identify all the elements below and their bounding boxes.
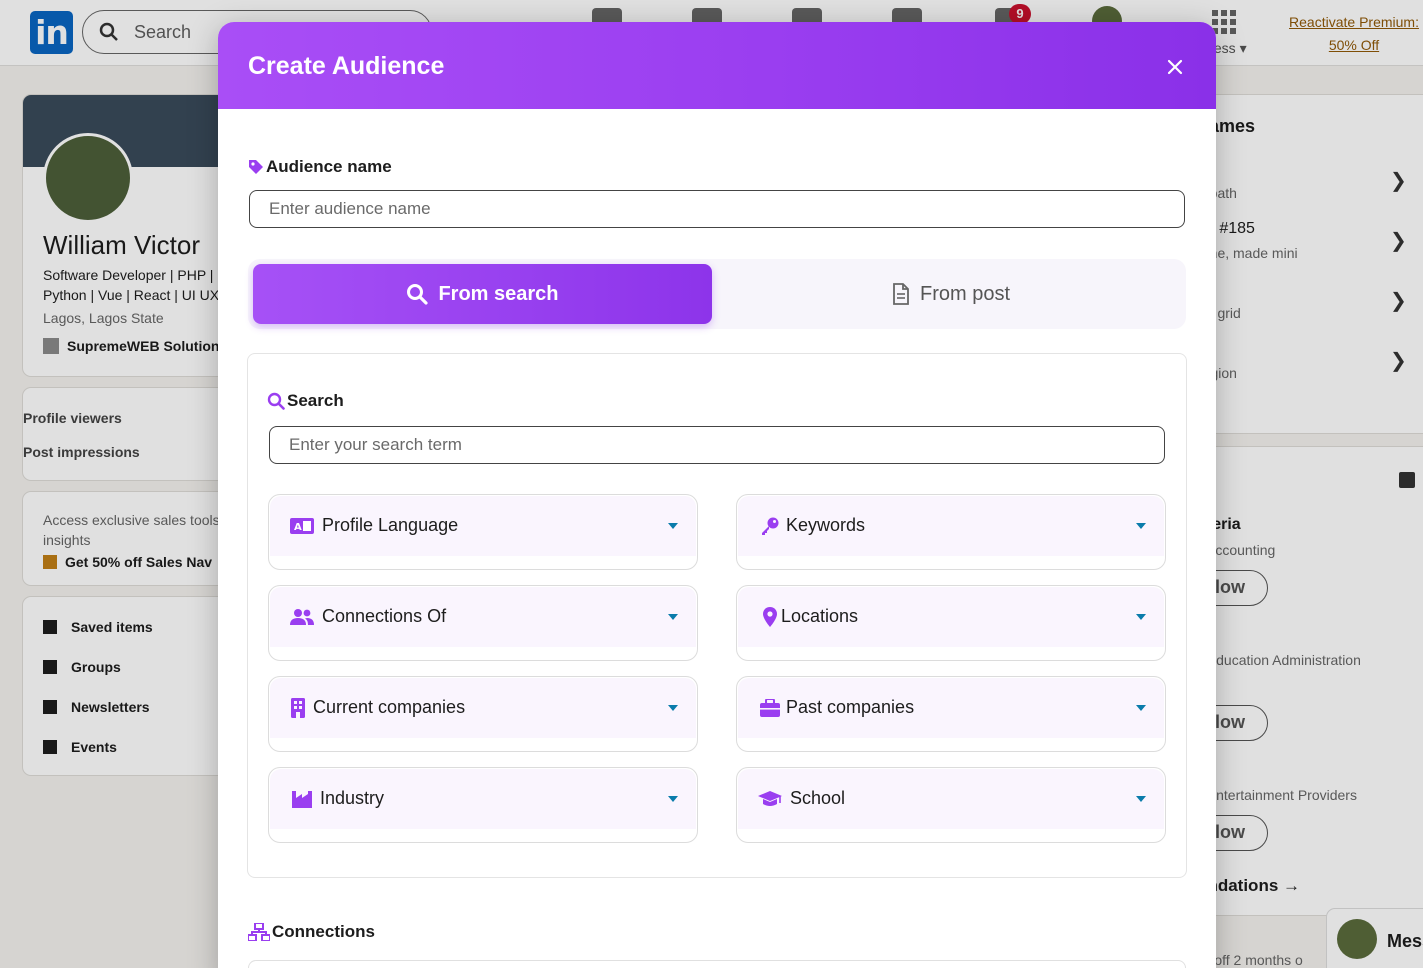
- filter-connections-of[interactable]: Connections Of: [268, 585, 698, 661]
- briefcase-icon: [758, 697, 782, 719]
- connections-field[interactable]: [248, 960, 1186, 968]
- tab-from-post[interactable]: From post: [720, 264, 1182, 324]
- tag-icon: [249, 160, 263, 174]
- filter-locations[interactable]: Locations: [736, 585, 1166, 661]
- filter-profile-language-label: Profile Language: [322, 515, 459, 535]
- location-pin-icon: [758, 606, 782, 628]
- filter-school-label: School: [790, 788, 846, 808]
- audience-name-input[interactable]: [249, 190, 1185, 228]
- document-icon: [893, 283, 909, 305]
- source-tab-group: From search From post: [248, 259, 1186, 329]
- search-term-input[interactable]: [269, 426, 1165, 464]
- close-icon[interactable]: [1162, 54, 1188, 80]
- search-icon: [267, 392, 285, 410]
- caret-down-icon: [668, 614, 678, 620]
- caret-down-icon: [668, 523, 678, 529]
- filter-locations-label: Locations: [781, 606, 859, 626]
- industry-icon: [290, 788, 314, 810]
- filter-past-companies-label: Past companies: [786, 697, 915, 717]
- users-icon: [290, 606, 314, 628]
- audience-name-label: Audience name: [248, 157, 392, 177]
- filter-connections-of-label: Connections Of: [322, 606, 447, 626]
- language-icon: A: [290, 515, 314, 537]
- caret-down-icon: [668, 796, 678, 802]
- filter-keywords-label: Keywords: [786, 515, 866, 535]
- modal-header: Create Audience: [218, 22, 1216, 109]
- filter-industry[interactable]: Industry: [268, 767, 698, 843]
- key-icon: [758, 515, 782, 537]
- network-icon: [248, 923, 270, 941]
- building-icon: [286, 697, 310, 719]
- filter-current-companies[interactable]: Current companies: [268, 676, 698, 752]
- graduation-cap-icon: [758, 788, 782, 810]
- svg-text:A: A: [294, 522, 302, 533]
- filter-keywords[interactable]: Keywords: [736, 494, 1166, 570]
- search-panel: Search A Profile Language Keywords: [247, 353, 1187, 878]
- search-label: Search: [267, 391, 344, 411]
- caret-down-icon: [1136, 523, 1146, 529]
- modal-title: Create Audience: [248, 52, 445, 80]
- caret-down-icon: [668, 705, 678, 711]
- caret-down-icon: [1136, 796, 1146, 802]
- filter-profile-language[interactable]: A Profile Language: [268, 494, 698, 570]
- filter-industry-label: Industry: [320, 788, 385, 808]
- caret-down-icon: [1136, 614, 1146, 620]
- tab-from-search[interactable]: From search: [253, 264, 712, 324]
- tab-from-search-label: From search: [438, 282, 559, 305]
- search-icon: [407, 284, 429, 305]
- tab-from-post-label: From post: [919, 282, 1011, 305]
- filter-school[interactable]: School: [736, 767, 1166, 843]
- create-audience-modal: Create Audience Audience name From searc…: [218, 22, 1216, 968]
- caret-down-icon: [1136, 705, 1146, 711]
- filter-current-companies-label: Current companies: [313, 697, 466, 717]
- filter-past-companies[interactable]: Past companies: [736, 676, 1166, 752]
- connections-label: Connections: [248, 922, 375, 942]
